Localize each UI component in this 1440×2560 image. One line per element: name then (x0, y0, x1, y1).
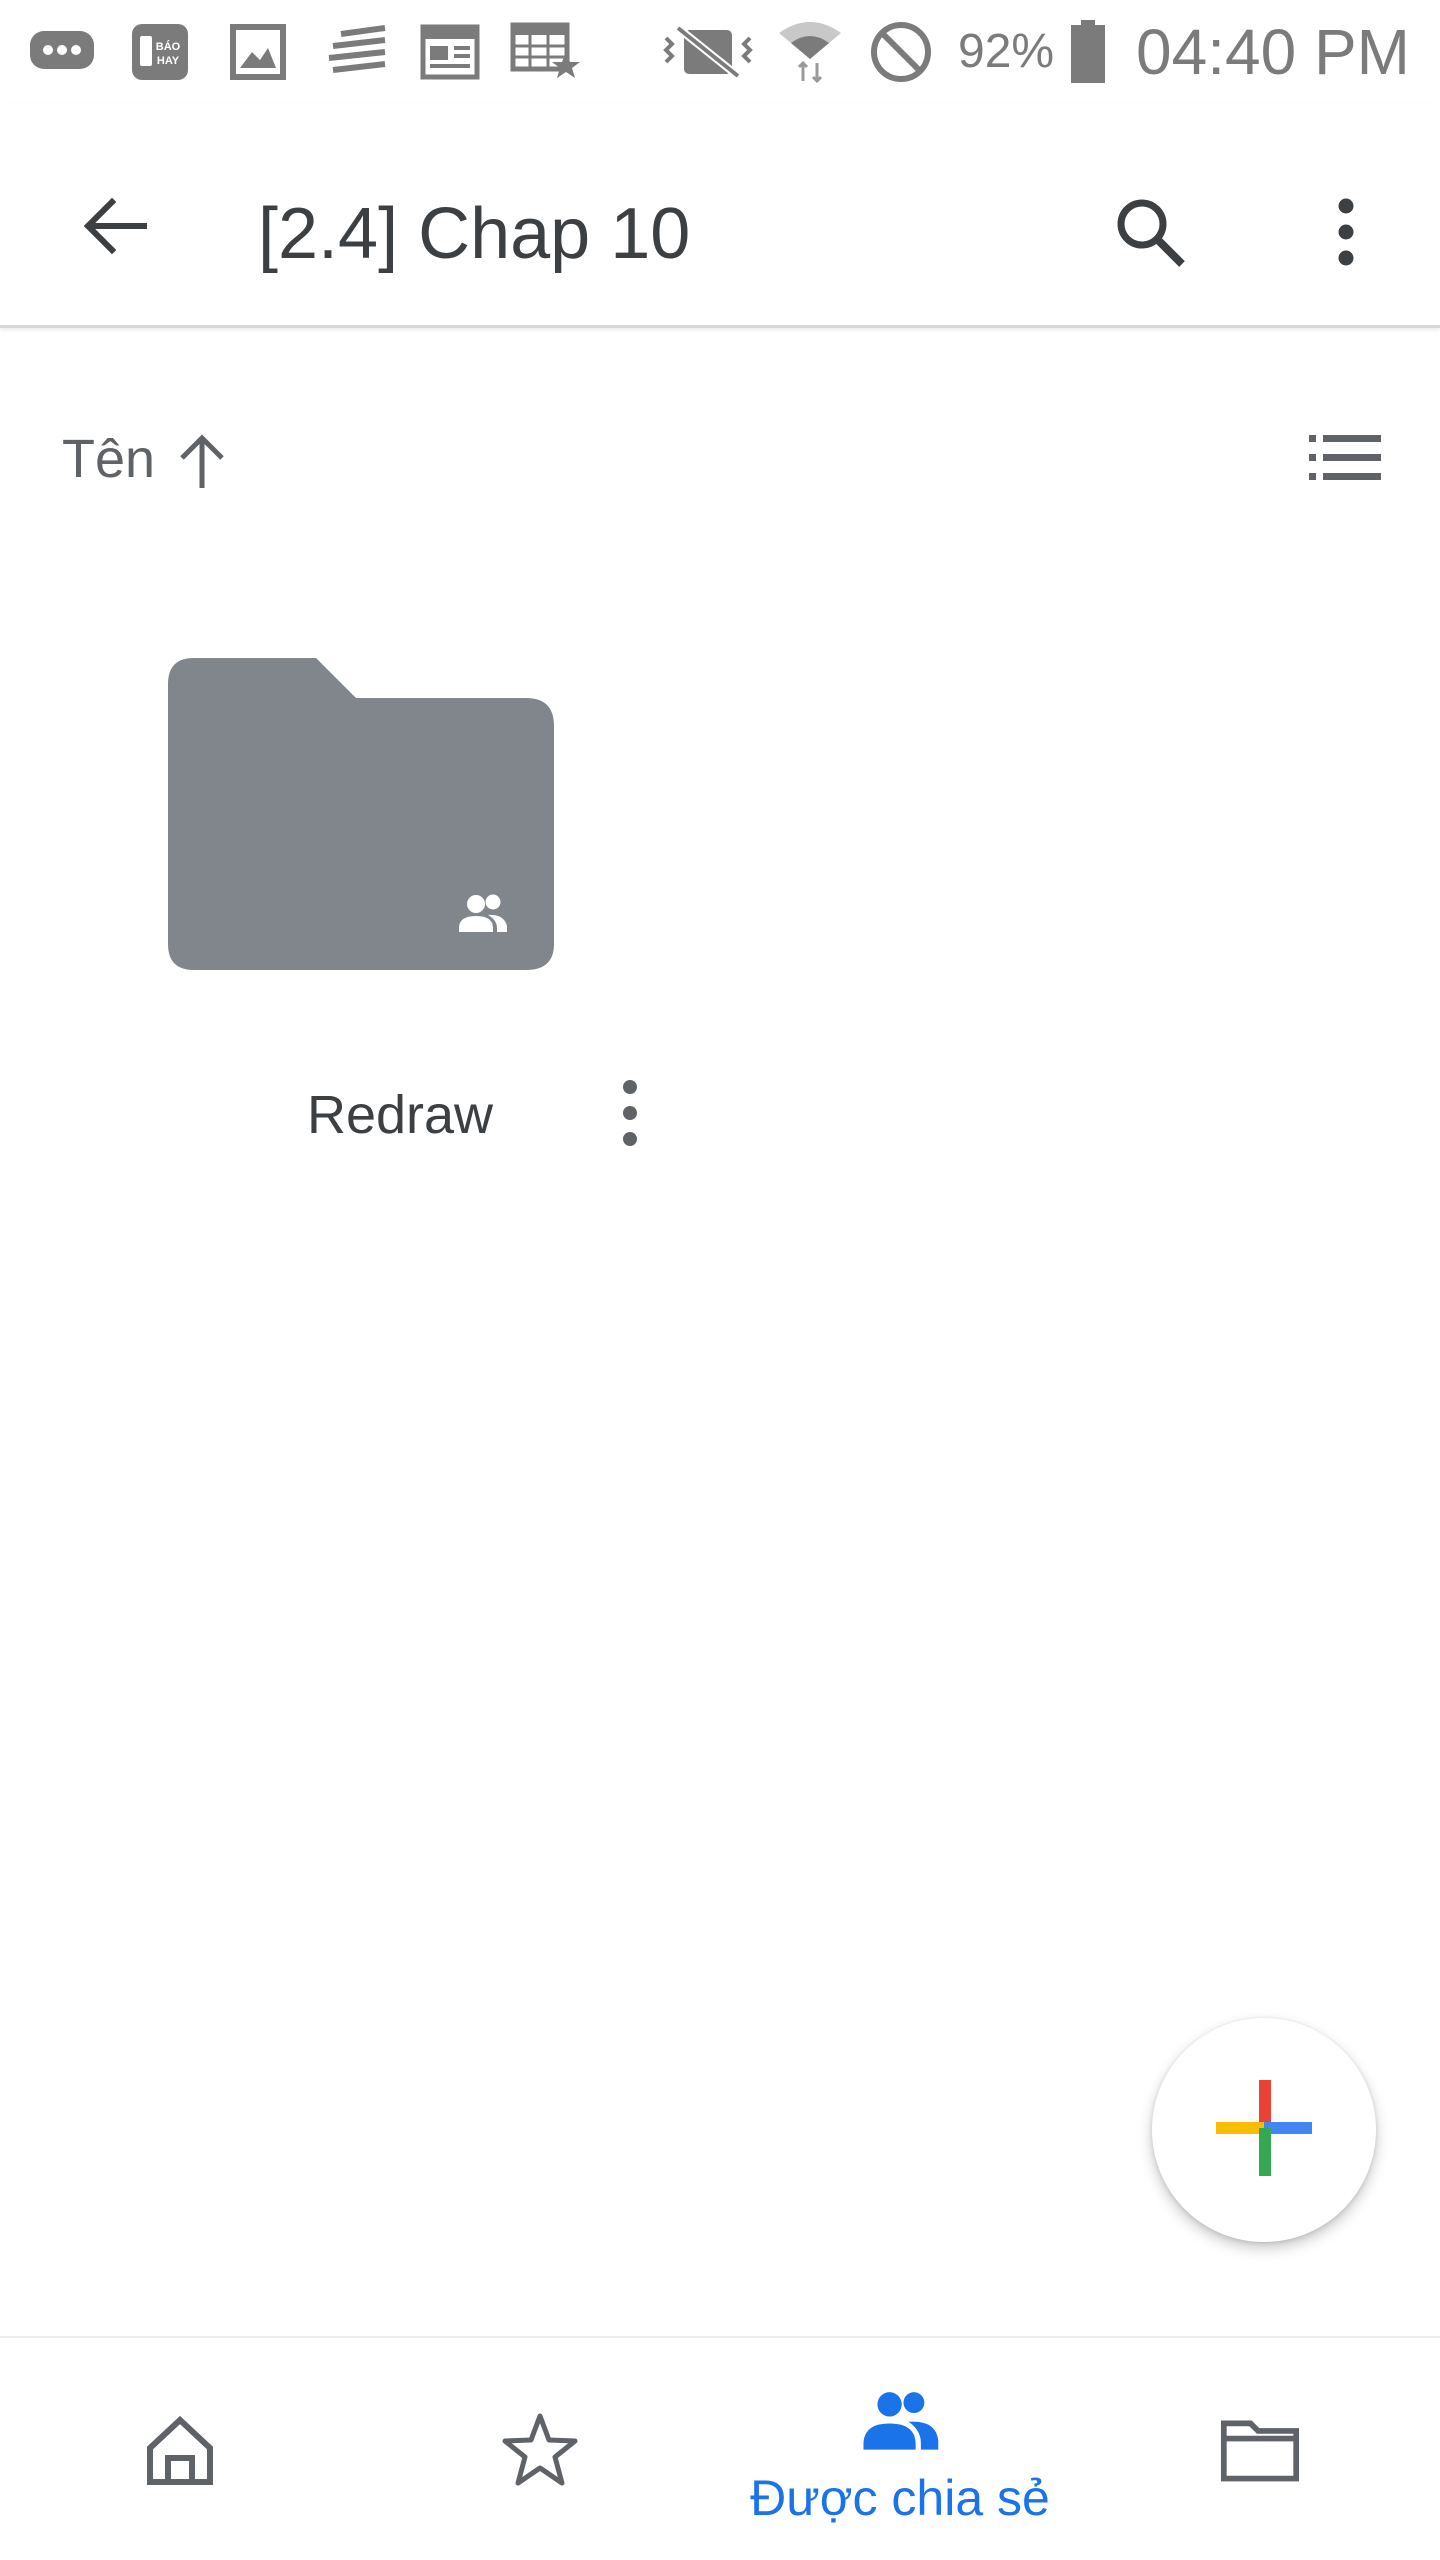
app-bar: [2.4] Chap 10 (0, 104, 1440, 328)
image-icon (226, 20, 290, 84)
back-button[interactable] (54, 168, 174, 288)
folder-name: Redraw (306, 1085, 494, 1145)
new-item-fab[interactable] (1152, 2018, 1376, 2242)
nav-home[interactable] (0, 2338, 360, 2560)
wifi-icon (774, 20, 846, 84)
news-lines-icon (320, 20, 392, 84)
nav-starred[interactable] (360, 2338, 720, 2560)
vibrate-off-icon (660, 20, 756, 84)
list-view-icon (1307, 433, 1383, 488)
nav-shared-label: Được chia sẻ (750, 2470, 1050, 2526)
star-icon (500, 2410, 580, 2490)
folder-item[interactable]: Redraw (140, 640, 700, 1180)
folder-more-button[interactable] (590, 1060, 670, 1170)
calendar-star-icon (508, 20, 584, 84)
nav-files[interactable] (1080, 2338, 1440, 2560)
list-view-toggle-button[interactable] (1290, 420, 1400, 500)
chat-icon (28, 20, 98, 84)
battery-icon (1068, 20, 1108, 84)
nav-shared[interactable]: Được chia sẻ (720, 2338, 1080, 2560)
plus-icon (1214, 2078, 1314, 2183)
sort-by-name-button[interactable]: Tên (62, 424, 155, 494)
more-vert-icon (1334, 196, 1358, 273)
bottom-navigation: Được chia sẻ (0, 2336, 1440, 2560)
more-options-button[interactable] (1286, 174, 1406, 294)
people-icon (860, 2380, 940, 2460)
search-button[interactable] (1090, 174, 1210, 294)
folder-icon (1220, 2410, 1300, 2490)
page-title: [2.4] Chap 10 (258, 194, 691, 274)
bao-hay-app-icon: BÁO HAY (128, 20, 192, 84)
do-not-disturb-icon (866, 20, 936, 84)
sort-bar: Tên (0, 400, 1440, 520)
search-icon (1110, 192, 1190, 277)
arrow-up-icon[interactable] (172, 428, 232, 492)
battery-percent: 92% (958, 25, 1055, 78)
shared-folder-icon (166, 656, 556, 972)
svg-text:BÁO: BÁO (156, 40, 181, 53)
newspaper-icon (418, 20, 482, 84)
arrow-back-icon (78, 190, 150, 267)
status-time: 04:40 PM (1136, 16, 1410, 88)
status-bar: BÁO HAY 92% 04:40 PM (0, 0, 1440, 104)
svg-text:HAY: HAY (157, 55, 180, 67)
more-vert-icon (620, 1078, 640, 1153)
home-icon (140, 2410, 220, 2490)
